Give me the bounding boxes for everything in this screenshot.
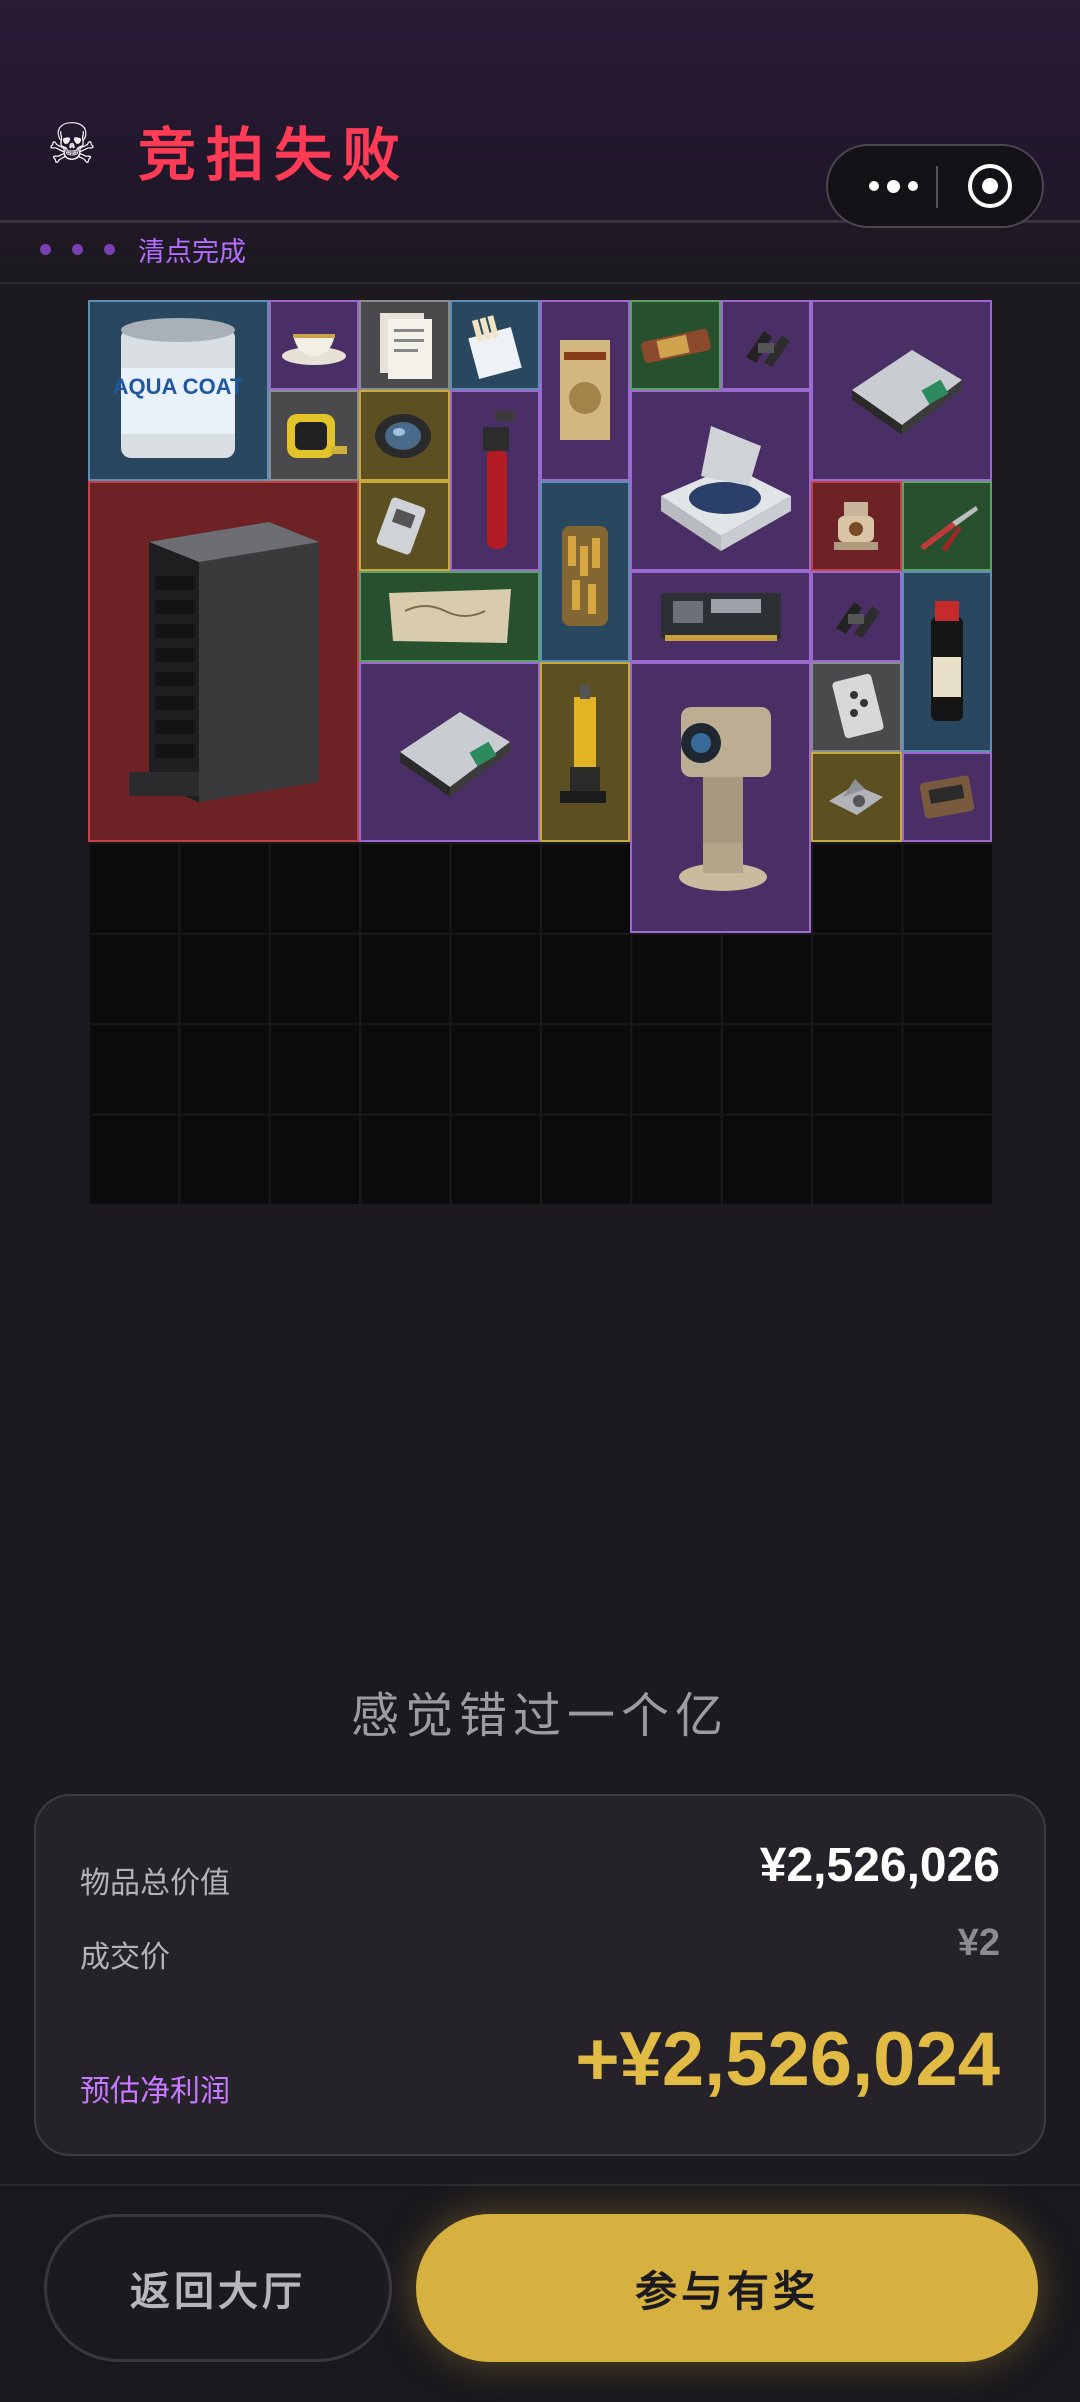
cassette-icon xyxy=(904,754,990,840)
profit-label: 预估净利润 xyxy=(80,2075,230,2108)
book-icon xyxy=(542,302,628,479)
paint-can-label: AQUA COAT xyxy=(113,374,244,399)
hardware-box-icon xyxy=(361,664,538,841)
pliers-item[interactable] xyxy=(901,480,992,572)
gpu-box-1-item[interactable] xyxy=(811,300,992,481)
join-reward-button[interactable]: 参与有奖 xyxy=(416,2214,1038,2362)
capsule-divider xyxy=(936,166,938,208)
deal-price-label: 成交价 xyxy=(80,1941,170,1974)
clip-icon xyxy=(723,302,809,388)
ammo-jar-item[interactable] xyxy=(540,480,631,662)
mini-program-capsule xyxy=(826,144,1044,228)
circuit-board-icon xyxy=(632,573,809,659)
close-target-icon[interactable] xyxy=(968,164,1012,208)
cigarette-pack-icon xyxy=(452,302,538,388)
status-dot xyxy=(40,244,51,255)
gpu-box-2-item[interactable] xyxy=(359,661,540,843)
status-label: 清点完成 xyxy=(138,237,246,267)
cigarettes-item[interactable] xyxy=(449,300,540,391)
cassette-item[interactable] xyxy=(901,752,992,843)
snack-icon xyxy=(632,302,718,388)
bottle-icon xyxy=(904,573,990,750)
energy-bar-item[interactable] xyxy=(630,300,721,391)
ammo-icon xyxy=(542,483,628,660)
total-value-label: 物品总价值 xyxy=(80,1867,230,1900)
teacup-icon xyxy=(271,302,357,388)
header: ☠ 竞拍失败 xyxy=(0,0,1080,228)
hydraulic-jack-item[interactable] xyxy=(540,661,631,843)
inventory-grid: AQUA COAT xyxy=(88,300,992,1204)
lens-icon xyxy=(361,392,447,478)
treasure-map-item[interactable] xyxy=(359,571,540,662)
drone-icon xyxy=(813,754,899,840)
pliers-icon xyxy=(904,483,990,569)
more-options-icon[interactable] xyxy=(852,146,934,226)
status-dot xyxy=(72,244,83,255)
camera-turret-icon xyxy=(632,664,809,931)
total-value: ¥2,526,026 xyxy=(759,1839,1000,1892)
valve-item[interactable] xyxy=(811,480,902,572)
clip-2-item[interactable] xyxy=(811,571,902,662)
document-icon xyxy=(361,302,447,388)
documents-item[interactable] xyxy=(359,300,450,391)
profit-value: +¥2,526,024 xyxy=(575,2017,1000,2102)
teacup-item[interactable] xyxy=(268,300,360,391)
server-icon xyxy=(90,483,357,841)
summary-panel: 物品总价值 ¥2,526,026 成交价 ¥2 预估净利润 +¥2,526,02… xyxy=(34,1794,1046,2156)
hardware-box-icon xyxy=(813,302,990,479)
torch-icon xyxy=(452,392,538,569)
tape-measure-item[interactable] xyxy=(268,390,360,481)
jack-icon xyxy=(542,664,628,841)
clip-1-item[interactable] xyxy=(720,300,812,391)
paint-can-item[interactable]: AQUA COAT xyxy=(88,300,269,481)
tape-measure-icon xyxy=(271,392,357,478)
centrifuge-icon xyxy=(632,392,809,569)
skull-icon: ☠ xyxy=(46,112,98,175)
page-title: 竞拍失败 xyxy=(138,123,411,188)
slogan: 感觉错过一个亿 xyxy=(350,1690,729,1743)
lens-item[interactable] xyxy=(359,390,450,481)
bottom-bar: 返回大厅 参与有奖 xyxy=(0,2184,1080,2402)
deal-price-value: ¥2 xyxy=(957,1922,1000,1964)
paint-bucket-icon: AQUA COAT xyxy=(90,302,267,479)
black-tide-book-item[interactable] xyxy=(540,300,631,481)
camera-turret-item[interactable] xyxy=(630,661,812,933)
ssd-icon xyxy=(361,483,447,569)
black-powder-item[interactable] xyxy=(901,571,992,752)
ssd-item[interactable] xyxy=(359,480,450,572)
map-icon xyxy=(361,573,538,659)
centrifuge-item[interactable] xyxy=(630,390,812,572)
status-bar: 清点完成 xyxy=(0,222,1080,284)
clip-icon xyxy=(813,573,899,659)
circuit-board-item[interactable] xyxy=(630,571,812,662)
playing-card-item[interactable] xyxy=(811,661,902,752)
gas-torch-item[interactable] xyxy=(449,390,540,572)
card-icon xyxy=(813,664,899,750)
valve-icon xyxy=(813,483,899,569)
server-rack-item[interactable] xyxy=(88,480,360,843)
drone-part-item[interactable] xyxy=(811,752,902,843)
status-dot xyxy=(104,244,115,255)
back-to-lobby-button[interactable]: 返回大厅 xyxy=(44,2214,392,2362)
